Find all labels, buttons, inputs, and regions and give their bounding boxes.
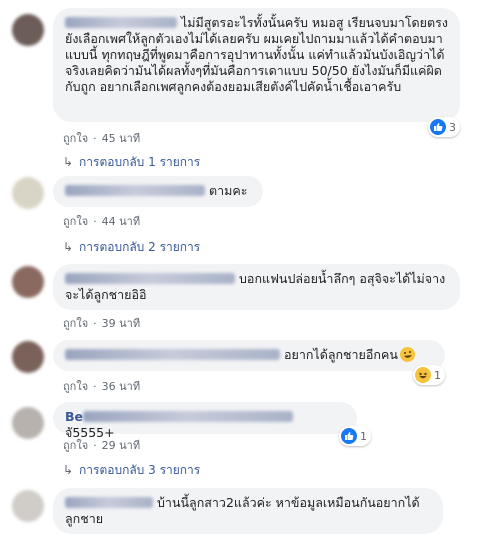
comment-meta: ถูกใจ · 29 นาที [63, 436, 140, 454]
reaction-count-text: 1 [434, 368, 441, 382]
comment-bubble: Beจั5555+ [53, 402, 357, 440]
separator-dot: · [93, 215, 97, 228]
separator-dot: · [93, 380, 97, 393]
reaction-count[interactable]: 1 [413, 365, 445, 385]
avatar[interactable] [12, 266, 44, 298]
separator-dot: · [93, 132, 97, 145]
timestamp[interactable]: 29 นาที [102, 439, 140, 452]
comment-bubble: ไม่มีสูตรอะไรทั้งนั้นครับ หมอสู เรียนจบม… [53, 8, 460, 122]
commenter-name[interactable]: Be [65, 409, 83, 424]
timestamp[interactable]: 39 นาที [102, 317, 140, 330]
commenter-name-blurred[interactable] [65, 185, 205, 196]
view-replies-link[interactable]: ↳ การตอบกลับ 1 รายการ [63, 153, 200, 172]
reply-arrow-icon: ↳ [63, 155, 74, 169]
avatar[interactable] [12, 341, 44, 373]
reply-arrow-icon: ↳ [63, 463, 74, 477]
separator-dot: · [93, 317, 97, 330]
commenter-name-blurred[interactable] [65, 17, 177, 28]
rofl-emoji-icon [399, 347, 415, 362]
comment-meta: ถูกใจ · 39 นาที [63, 314, 140, 332]
comment-meta: ถูกใจ · 45 นาที [63, 129, 140, 147]
avatar[interactable] [12, 14, 44, 46]
view-replies-label: การตอบกลับ 2 รายการ [79, 240, 201, 254]
reaction-count-text: 3 [449, 120, 456, 134]
view-replies-link[interactable]: ↳ การตอบกลับ 2 รายการ [63, 238, 200, 257]
view-replies-link[interactable]: ↳ การตอบกลับ 3 รายการ [63, 461, 200, 480]
comment-bubble: บ้านนี้ลูกสาว2แล้วค่ะ หาข้อมูลเหมือนกันอ… [53, 488, 443, 534]
comment-meta: ถูกใจ · 44 นาที [63, 212, 140, 230]
like-link[interactable]: ถูกใจ [63, 132, 88, 145]
commenter-name-blurred[interactable] [65, 349, 280, 360]
reply-arrow-icon: ↳ [63, 240, 74, 254]
comment-text: ตามคะ [209, 183, 248, 198]
avatar[interactable] [12, 407, 44, 439]
commenter-name-blurred[interactable] [65, 497, 153, 508]
like-link[interactable]: ถูกใจ [63, 380, 88, 393]
like-link[interactable]: ถูกใจ [63, 215, 88, 228]
thumbs-up-icon [341, 428, 357, 444]
thumbs-up-icon [430, 119, 446, 135]
timestamp[interactable]: 45 นาที [102, 132, 140, 145]
comment-bubble: ตามคะ [53, 176, 263, 207]
reaction-count[interactable]: 3 [428, 117, 460, 137]
like-link[interactable]: ถูกใจ [63, 317, 88, 330]
like-link[interactable]: ถูกใจ [63, 439, 88, 452]
view-replies-label: การตอบกลับ 1 รายการ [79, 155, 201, 169]
avatar[interactable] [12, 490, 44, 522]
reaction-count[interactable]: 1 [339, 426, 371, 446]
commenter-name-blurred[interactable] [83, 411, 294, 422]
haha-reaction-icon [415, 367, 431, 383]
commenter-name-blurred[interactable] [65, 273, 235, 284]
avatar[interactable] [12, 177, 44, 209]
timestamp[interactable]: 44 นาที [102, 215, 140, 228]
comment-bubble: บอกแฟนปล่อยน้ำลึกๆ อสุจิจะได้ไม่จางจะได้… [53, 264, 460, 310]
view-replies-label: การตอบกลับ 3 รายการ [79, 463, 201, 477]
comment-text: อยากได้ลูกชายอีกคน [284, 347, 398, 362]
reaction-count-text: 1 [360, 429, 367, 443]
timestamp[interactable]: 36 นาที [102, 380, 140, 393]
comment-meta: ถูกใจ · 36 นาที [63, 377, 140, 395]
comment-bubble: อยากได้ลูกชายอีกคน [53, 340, 445, 371]
separator-dot: · [93, 439, 97, 452]
